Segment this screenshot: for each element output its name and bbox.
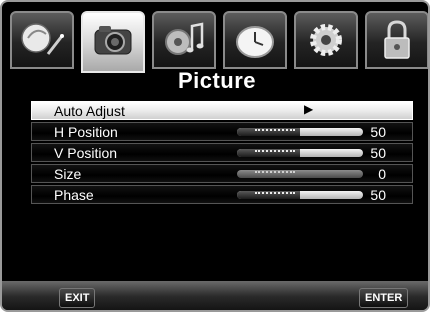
tab-setup[interactable]: [294, 11, 358, 69]
tab-picture[interactable]: [81, 11, 145, 73]
page-title: Picture: [177, 68, 257, 93]
slider-dots: [255, 192, 295, 198]
menu-item-label: Size: [54, 166, 82, 182]
v-position-value: 50: [370, 145, 386, 161]
v-position-slider[interactable]: [237, 149, 363, 157]
slider-dots: [255, 150, 295, 156]
menu-item-v-position[interactable]: V Position 50: [31, 143, 413, 162]
tab-sound[interactable]: [152, 11, 216, 69]
tab-source[interactable]: [10, 11, 74, 69]
gear-icon: [310, 24, 342, 56]
size-slider[interactable]: [237, 170, 363, 178]
menu-item-phase[interactable]: Phase 50: [31, 185, 413, 204]
menu-item-label: V Position: [54, 145, 118, 161]
clock-icon: [236, 26, 274, 58]
menu-item-h-position[interactable]: H Position 50: [31, 122, 413, 141]
music-note-icon: [165, 22, 204, 55]
exit-button[interactable]: EXIT: [59, 288, 96, 308]
category-tabs: [10, 11, 428, 73]
menu-item-label: H Position: [54, 124, 118, 140]
phase-value: 50: [370, 187, 386, 203]
menu-item-label: Phase: [54, 187, 94, 203]
enter-arrow-icon: ▶: [304, 102, 314, 116]
size-value: 0: [378, 166, 386, 182]
tab-time[interactable]: [223, 11, 287, 69]
h-position-value: 50: [370, 124, 386, 140]
slider-dots: [255, 129, 295, 135]
menu-item-auto-adjust[interactable]: Auto Adjust ▶: [31, 101, 413, 120]
footer-bar: EXIT ENTER: [2, 281, 428, 310]
enter-button[interactable]: ENTER: [359, 288, 409, 308]
tab-lock[interactable]: [365, 11, 428, 69]
camera-icon: [94, 26, 132, 55]
menu-item-size[interactable]: Size 0: [31, 164, 413, 183]
h-position-slider[interactable]: [237, 128, 363, 136]
osd-menu: Picture Auto Adjust ▶ H Position 50 V Po…: [0, 0, 430, 312]
satellite-dish-icon: [21, 23, 64, 55]
lock-icon: [384, 20, 410, 59]
phase-slider[interactable]: [237, 191, 363, 199]
picture-menu: Auto Adjust ▶ H Position 50 V Position 5…: [31, 101, 413, 206]
slider-dots: [255, 171, 295, 177]
menu-item-label: Auto Adjust: [54, 103, 125, 119]
